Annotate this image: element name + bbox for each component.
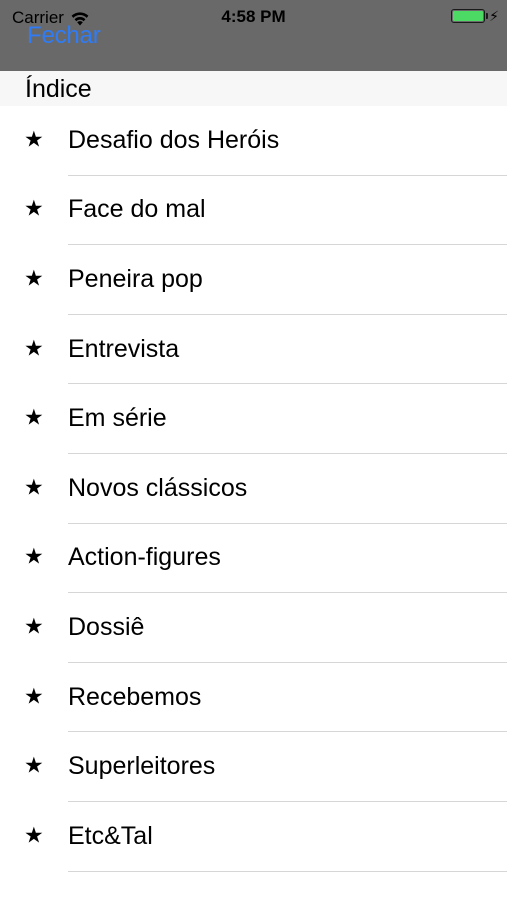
list-item-label: Action-figures — [68, 543, 221, 572]
star-icon: ★ — [24, 475, 44, 501]
index-list: ★ Desafio dos Heróis ★ Face do mal ★ Peneira … — [0, 106, 507, 872]
star-icon: ★ — [24, 823, 44, 849]
list-item[interactable]: ★ Recebemos — [0, 663, 507, 733]
list-item-label: Etc&Tal — [68, 821, 153, 850]
list-item[interactable]: ★ Etc&Tal — [0, 802, 507, 872]
star-icon: ★ — [24, 684, 44, 710]
navigation-bar: Carrier 4:58 PM ⚡︎ Fechar — [0, 0, 507, 71]
star-icon: ★ — [24, 266, 44, 292]
battery-level — [453, 11, 484, 21]
battery-icon — [451, 9, 489, 23]
star-icon: ★ — [24, 196, 44, 222]
star-icon: ★ — [24, 405, 44, 431]
star-icon: ★ — [24, 753, 44, 779]
row-separator — [68, 870, 507, 872]
list-item[interactable]: ★ Peneira pop — [0, 245, 507, 315]
list-item[interactable]: ★ Novos clássicos — [0, 454, 507, 524]
list-item-label: Peneira pop — [68, 264, 203, 293]
list-item[interactable]: ★ Em série — [0, 384, 507, 454]
list-item-label: Em série — [68, 404, 167, 433]
star-icon: ★ — [24, 127, 44, 153]
section-title: Índice — [25, 75, 92, 103]
bolt-icon: ⚡︎ — [489, 8, 499, 24]
index-screen: Carrier 4:58 PM ⚡︎ Fechar Índice ★ Desaf… — [0, 0, 507, 900]
star-icon: ★ — [24, 336, 44, 362]
list-item-label: Novos clássicos — [68, 473, 248, 502]
section-header: Índice — [0, 71, 507, 106]
list-item-label: Face do mal — [68, 195, 206, 224]
list-item[interactable]: ★ Action-figures — [0, 524, 507, 594]
list-item[interactable]: ★ Superleitores — [0, 732, 507, 802]
list-item-label: Dossiê — [68, 612, 145, 641]
list-item[interactable]: ★ Entrevista — [0, 315, 507, 385]
list-item[interactable]: ★ Face do mal — [0, 176, 507, 246]
battery-indicator: ⚡︎ — [451, 9, 499, 23]
star-icon: ★ — [24, 544, 44, 570]
list-item-label: Entrevista — [68, 334, 180, 363]
list-item[interactable]: ★ Dossiê — [0, 593, 507, 663]
list-item[interactable]: ★ Desafio dos Heróis — [0, 106, 507, 176]
star-icon: ★ — [24, 614, 44, 640]
list-item-label: Recebemos — [68, 682, 202, 711]
list-item-label: Superleitores — [68, 752, 216, 781]
list-item-label: Desafio dos Heróis — [68, 125, 280, 154]
close-button[interactable]: Fechar — [27, 22, 101, 50]
